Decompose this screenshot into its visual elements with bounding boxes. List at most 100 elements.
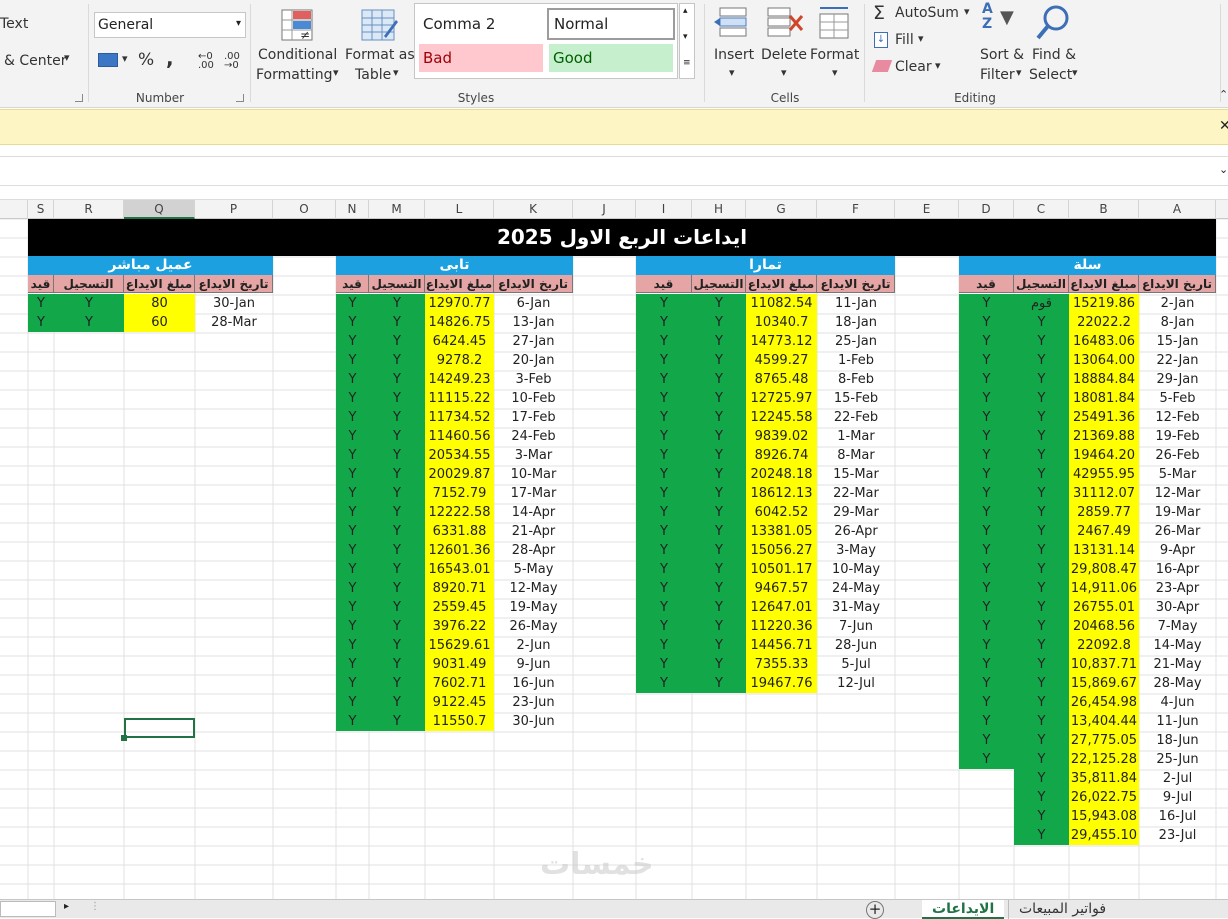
table-cell[interactable]: Y [369, 674, 425, 693]
table-cell[interactable]: Y [959, 598, 1014, 617]
table-cell[interactable]: Y [959, 446, 1014, 465]
table-cell[interactable]: Y [1014, 674, 1069, 693]
table-cell[interactable]: 7602.71 [425, 674, 494, 693]
table-cell[interactable]: 14773.12 [746, 332, 817, 351]
table-cell[interactable]: 20248.18 [746, 465, 817, 484]
table-cell[interactable]: 11220.36 [746, 617, 817, 636]
column-label[interactable]: التسجيل [692, 275, 746, 293]
table-cell[interactable]: 19-Feb [1139, 427, 1216, 446]
table-cell[interactable]: 24-May [817, 579, 895, 598]
column-header-l[interactable]: L [425, 200, 494, 219]
table-cell[interactable]: Y [369, 332, 425, 351]
table-cell[interactable]: 20534.55 [425, 446, 494, 465]
table-cell[interactable]: 11734.52 [425, 408, 494, 427]
table-cell[interactable]: 18081.84 [1069, 389, 1139, 408]
table-cell[interactable]: 9839.02 [746, 427, 817, 446]
column-label[interactable]: التسجيل [369, 275, 425, 293]
table-cell[interactable]: 15-Feb [817, 389, 895, 408]
number-launcher-icon[interactable] [236, 94, 244, 102]
table-cell[interactable]: 9-Jun [494, 655, 573, 674]
table-cell[interactable]: Y [336, 503, 369, 522]
table-cell[interactable]: Y [369, 636, 425, 655]
column-header-n[interactable]: N [336, 200, 369, 219]
table-cell[interactable]: 16483.06 [1069, 332, 1139, 351]
table-cell[interactable]: Y [336, 446, 369, 465]
table-cell[interactable]: 9122.45 [425, 693, 494, 712]
table-cell[interactable]: 22-Mar [817, 484, 895, 503]
decrease-decimal-icon[interactable]: .00 →0 [224, 52, 240, 71]
table-cell[interactable]: Y [959, 579, 1014, 598]
table-cell[interactable]: Y [636, 332, 692, 351]
table-cell[interactable]: Y [692, 674, 746, 693]
close-icon[interactable]: ✕ [1219, 118, 1228, 134]
column-header-m[interactable]: M [369, 200, 425, 219]
table-cell[interactable]: Y [1014, 313, 1069, 332]
table-cell[interactable]: Y [959, 617, 1014, 636]
table-cell[interactable]: 19-Mar [1139, 503, 1216, 522]
table-cell[interactable]: 26-Feb [1139, 446, 1216, 465]
currency-icon[interactable] [98, 53, 118, 67]
table-cell[interactable]: 2-Jun [494, 636, 573, 655]
table-cell[interactable]: 11115.22 [425, 389, 494, 408]
table-cell[interactable]: Y [369, 313, 425, 332]
table-cell[interactable]: 7355.33 [746, 655, 817, 674]
table-cell[interactable]: 26755.01 [1069, 598, 1139, 617]
table-cell[interactable]: Y [636, 484, 692, 503]
column-header-k[interactable]: K [494, 200, 573, 219]
conditional-formatting-button[interactable]: Conditional [258, 47, 337, 63]
fill-button[interactable]: Fill [895, 32, 914, 48]
column-header-f[interactable]: F [817, 200, 895, 219]
table-cell[interactable]: 23-Jul [1139, 826, 1216, 845]
table-cell[interactable]: 2559.45 [425, 598, 494, 617]
tab-split-handle[interactable]: ⋮ [90, 901, 100, 912]
table-cell[interactable]: 19-May [494, 598, 573, 617]
table-cell[interactable]: Y [692, 655, 746, 674]
table-cell[interactable]: 8-Mar [817, 446, 895, 465]
table-cell[interactable]: 2-Jul [1139, 769, 1216, 788]
table-cell[interactable]: 9467.57 [746, 579, 817, 598]
table-cell[interactable]: 11082.54 [746, 294, 817, 313]
table-cell[interactable]: 10,837.71 [1069, 655, 1139, 674]
table-cell[interactable]: 28-Apr [494, 541, 573, 560]
table-cell[interactable]: 29,808.47 [1069, 560, 1139, 579]
table-cell[interactable]: Y [369, 655, 425, 674]
table-cell[interactable]: Y [1014, 389, 1069, 408]
table-cell[interactable]: Y [336, 313, 369, 332]
table-cell[interactable]: Y [959, 560, 1014, 579]
table-cell[interactable]: Y [959, 465, 1014, 484]
table-cell[interactable]: Y [1014, 446, 1069, 465]
table-cell[interactable]: 6424.45 [425, 332, 494, 351]
table-cell[interactable]: Y [336, 541, 369, 560]
table-cell[interactable]: 5-May [494, 560, 573, 579]
table-cell[interactable]: Y [1014, 712, 1069, 731]
table-cell[interactable]: 15-Mar [817, 465, 895, 484]
table-cell[interactable]: 17-Feb [494, 408, 573, 427]
table-cell[interactable]: Y [336, 370, 369, 389]
table-cell[interactable]: 26-Apr [817, 522, 895, 541]
table-cell[interactable]: 23-Apr [1139, 579, 1216, 598]
table-cell[interactable]: Y [336, 674, 369, 693]
table-cell[interactable]: 13-Jan [494, 313, 573, 332]
table-cell[interactable]: 8-Jan [1139, 313, 1216, 332]
percent-button[interactable]: % [138, 50, 154, 70]
table-cell[interactable]: 13064.00 [1069, 351, 1139, 370]
wrap-text-button[interactable]: Text [0, 16, 28, 32]
table-cell[interactable]: Y [369, 522, 425, 541]
column-header-c[interactable]: C [1014, 200, 1069, 219]
table-cell[interactable] [959, 807, 1014, 826]
column-label[interactable]: التسجيل [54, 275, 124, 293]
column-header-o[interactable]: O [273, 200, 336, 219]
table-cell[interactable]: Y [336, 484, 369, 503]
table-cell[interactable]: Y [959, 332, 1014, 351]
table-cell[interactable]: 60 [124, 313, 195, 332]
column-label[interactable]: قيد [636, 275, 692, 293]
table-cell[interactable]: Y [336, 598, 369, 617]
table-cell[interactable]: Y [1014, 408, 1069, 427]
table-cell[interactable]: 16543.01 [425, 560, 494, 579]
table-cell[interactable]: Y [1014, 807, 1069, 826]
styles-scrollbar[interactable]: ▴ ▾ ≡ [679, 3, 695, 79]
table-cell[interactable]: 35,811.84 [1069, 769, 1139, 788]
table-cell[interactable]: 28-May [1139, 674, 1216, 693]
table-cell[interactable]: Y [1014, 484, 1069, 503]
column-header-a[interactable]: A [1139, 200, 1216, 219]
